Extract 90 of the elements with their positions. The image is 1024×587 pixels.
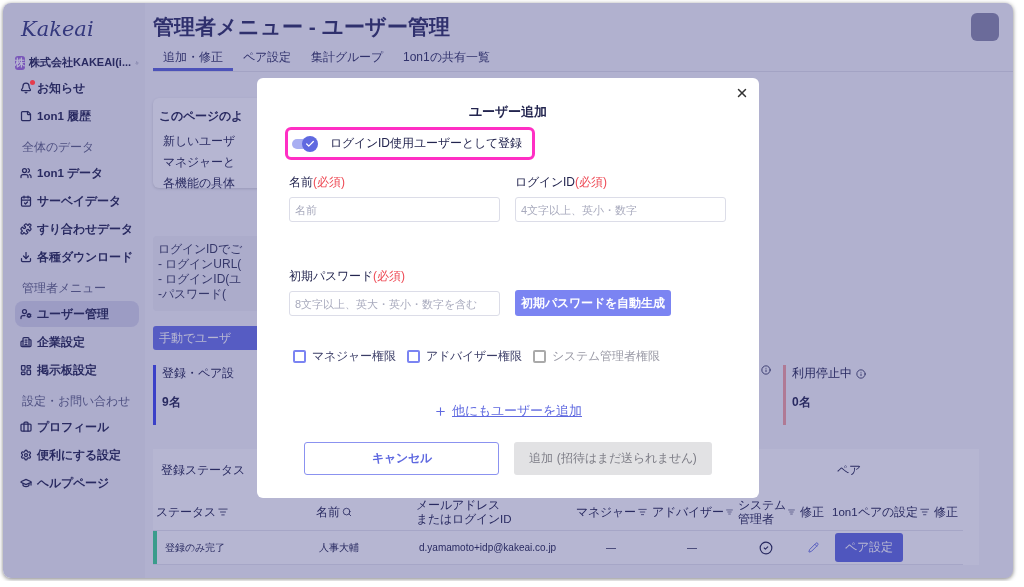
column-group-header: 登録ステータス	[160, 463, 246, 478]
filter-icon[interactable]	[726, 507, 733, 517]
column-header: 名前	[316, 505, 340, 519]
column-header: マネジャー	[576, 505, 636, 519]
filter-icon[interactable]	[919, 507, 929, 517]
company-name: 株式会社KAKEAI(i...	[29, 55, 132, 70]
info-text: - ログインID(ユ	[158, 272, 242, 287]
puzzle-icon	[20, 223, 32, 235]
info-text: -パスワード(	[158, 287, 226, 302]
filter-icon[interactable]	[218, 507, 228, 517]
pair-setting-button[interactable]: ペア設定	[835, 533, 903, 562]
search-icon[interactable]	[342, 507, 352, 517]
nav-item[interactable]: プロフィール	[15, 414, 139, 440]
role-checkbox[interactable]: アドバイザー権限	[407, 348, 522, 365]
stat-label: 登録・ペア設	[162, 365, 234, 382]
add-more-link[interactable]: 他にもユーザーを追加	[452, 403, 582, 420]
field-label: 初期パスワード(必須)	[289, 268, 406, 285]
nav-item[interactable]: サーベイデータ	[15, 188, 139, 214]
nav-item[interactable]: 掲示板設定	[15, 357, 139, 383]
nav-item[interactable]: 1on1 データ	[15, 160, 139, 186]
tab[interactable]: ペア設定	[233, 45, 301, 71]
check-icon	[305, 138, 315, 149]
graduation-cap-icon	[20, 477, 32, 489]
field-label: ログインID(必須)	[515, 174, 608, 191]
column-header: アドバイザー	[652, 505, 724, 519]
nav-item[interactable]: 企業設定	[15, 329, 139, 355]
faq-link[interactable]: 各機能の具体	[159, 175, 235, 192]
column-header: メールアドレス またはログインID	[416, 498, 512, 526]
board-icon	[20, 364, 32, 376]
download-icon	[20, 251, 32, 263]
dialog-title: ユーザー追加	[468, 104, 548, 121]
settings-icon	[20, 449, 32, 461]
stat-label: 利用停止中	[792, 365, 852, 382]
nav-item[interactable]: お知らせ	[15, 75, 139, 101]
logo: Kakeai	[19, 17, 95, 43]
user-gear-icon	[20, 308, 32, 320]
nav-item[interactable]: 各種ダウンロード	[15, 244, 139, 270]
cancel-button[interactable]: キャンセル	[304, 442, 499, 475]
nav-item[interactable]: すり合わせデータ	[15, 216, 139, 242]
page-title: 管理者メニュー - ユーザー管理	[153, 14, 450, 40]
input-field[interactable]: 8文字以上、英大・英小・数字を含む	[289, 291, 500, 316]
column-header: 1on1ペアの設定	[832, 505, 918, 519]
tab[interactable]: 集計グループ	[301, 45, 393, 71]
input-field[interactable]: 名前	[289, 197, 500, 222]
table-cell: —	[649, 531, 735, 565]
nav-item[interactable]: 便利にする設定	[15, 442, 139, 468]
close-button[interactable]	[735, 86, 749, 100]
info-text: ログインIDでご	[158, 242, 242, 257]
briefcase-icon	[20, 421, 32, 433]
filter-icon[interactable]	[788, 507, 795, 517]
column-header: 修正	[800, 505, 824, 519]
column-header: 修正	[934, 505, 958, 519]
info-icon	[761, 365, 771, 375]
info-text: - ログインURL(	[158, 257, 242, 272]
edit-icon[interactable]	[807, 542, 819, 553]
column-header: ステータス	[156, 505, 216, 519]
filter-icon[interactable]	[638, 507, 647, 517]
tab[interactable]: 1on1の共有一覧	[393, 45, 500, 71]
faq-title: このページのよ	[159, 108, 243, 125]
table-cell: —	[573, 531, 649, 565]
column-header: システム 管理者	[738, 498, 786, 526]
nav-section-heading: 全体のデータ	[21, 139, 95, 156]
stat-count: 9名	[162, 394, 182, 411]
field-label: 名前(必須)	[289, 174, 346, 191]
building-icon	[20, 336, 32, 348]
table-cell: 登録のみ完了	[165, 540, 225, 555]
plus-icon	[434, 405, 447, 418]
nav-section-heading: 設定・お問い合わせ	[21, 393, 131, 410]
role-checkbox[interactable]: マネジャー権限	[293, 348, 396, 365]
nav-item[interactable]: 1on1 履歴	[15, 103, 139, 129]
input-field[interactable]: 4文字以上、英小・数字	[515, 197, 726, 222]
toggle-label: ログインID使用ユーザーとして登録	[330, 135, 522, 152]
generate-password-button[interactable]: 初期パスワードを自動生成	[515, 290, 671, 316]
stat-count: 0名	[792, 394, 812, 411]
nav-section-heading: 管理者メニュー	[21, 280, 107, 297]
avatar[interactable]	[971, 13, 999, 41]
toggle-switch[interactable]	[292, 135, 318, 152]
note-icon	[20, 110, 32, 122]
table-cell: d.yamamoto+idp@kakeai.co.jp	[413, 531, 573, 565]
company-switcher[interactable]: 株 株式会社KAKEAI(i...	[15, 55, 139, 70]
people-icon	[20, 167, 32, 179]
table-cell: 人事大輔	[313, 531, 413, 565]
tab[interactable]: 追加・修正	[153, 45, 233, 71]
nav-item[interactable]: ヘルプページ	[15, 470, 139, 496]
nav-item[interactable]: ユーザー管理	[15, 301, 139, 327]
company-badge: 株	[15, 55, 25, 70]
faq-link[interactable]: 新しいユーザ	[159, 133, 235, 150]
faq-link[interactable]: マネジャーと	[159, 154, 235, 171]
column-group-header: ペア	[836, 463, 862, 478]
calendar-icon	[20, 195, 32, 207]
